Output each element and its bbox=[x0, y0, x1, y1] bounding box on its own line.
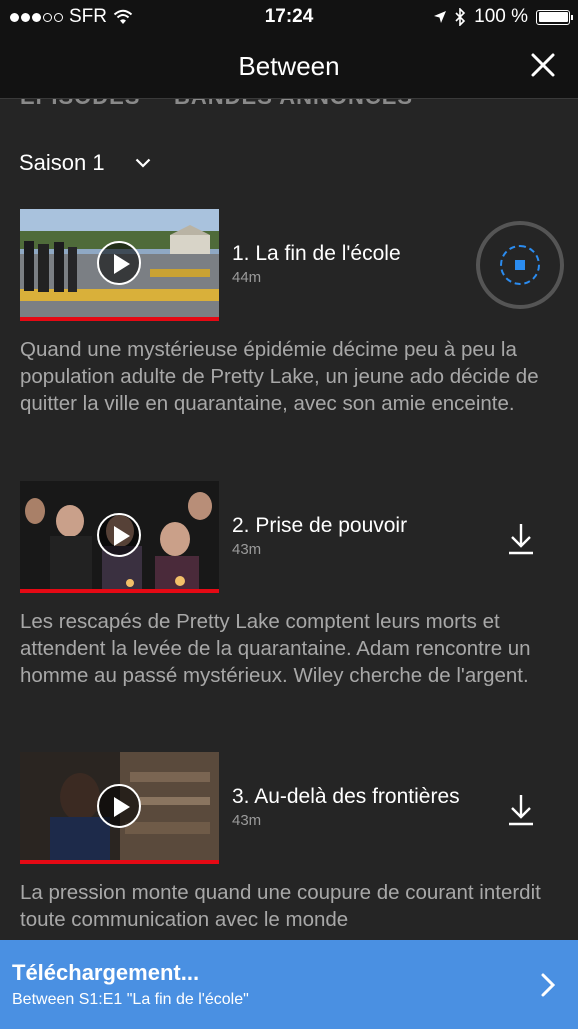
chevron-right-icon bbox=[541, 973, 556, 997]
header: Between bbox=[0, 34, 578, 99]
download-progress-stop-button[interactable] bbox=[476, 221, 564, 309]
episode-description: Quand une mystérieuse épidémie décime pe… bbox=[20, 338, 539, 415]
play-icon[interactable] bbox=[97, 241, 141, 285]
download-icon[interactable] bbox=[506, 792, 536, 828]
episode-description: Les rescapés de Pretty Lake comptent leu… bbox=[20, 610, 531, 687]
stop-icon bbox=[515, 260, 525, 270]
status-bar: SFR 17:24 100 % bbox=[0, 0, 578, 34]
tab-bar: ÉPISODES BANDES ANNONCES bbox=[0, 99, 578, 109]
chevron-down-icon bbox=[135, 158, 150, 168]
download-status-title: Téléchargement... bbox=[12, 960, 200, 985]
battery-percent: 100 % bbox=[474, 6, 528, 27]
battery-icon bbox=[536, 9, 573, 25]
page-title: Between bbox=[238, 51, 340, 81]
episode-thumbnail[interactable] bbox=[20, 209, 219, 321]
season-label: Saison 1 bbox=[19, 150, 105, 175]
episode-duration: 44m bbox=[232, 269, 262, 286]
status-right: 100 % bbox=[433, 6, 573, 28]
episode-title: 3. Au-delà des frontières bbox=[232, 785, 460, 808]
bluetooth-icon bbox=[455, 8, 466, 26]
episode-title: 1. La fin de l'école bbox=[232, 242, 401, 265]
episode-duration: 43m bbox=[232, 812, 262, 829]
episode-thumbnail[interactable] bbox=[20, 752, 219, 864]
episode-title: 2. Prise de pouvoir bbox=[232, 514, 408, 537]
close-icon[interactable] bbox=[530, 52, 556, 78]
tab-episodes[interactable]: ÉPISODES bbox=[20, 99, 140, 109]
play-icon[interactable] bbox=[97, 513, 141, 557]
season-selector[interactable]: Saison 1 bbox=[19, 150, 151, 176]
location-arrow-icon bbox=[434, 11, 447, 23]
tab-trailers[interactable]: BANDES ANNONCES bbox=[174, 99, 413, 109]
episode-duration: 43m bbox=[232, 541, 262, 558]
download-icon[interactable] bbox=[506, 521, 536, 557]
episode-description: La pression monte quand une coupure de c… bbox=[20, 881, 541, 931]
play-icon[interactable] bbox=[97, 784, 141, 828]
download-status-subtitle: Between S1:E1 "La fin de l'école" bbox=[12, 991, 249, 1008]
episode-thumbnail[interactable] bbox=[20, 481, 219, 593]
download-status-bar[interactable]: Téléchargement... Between S1:E1 "La fin … bbox=[0, 940, 578, 1029]
